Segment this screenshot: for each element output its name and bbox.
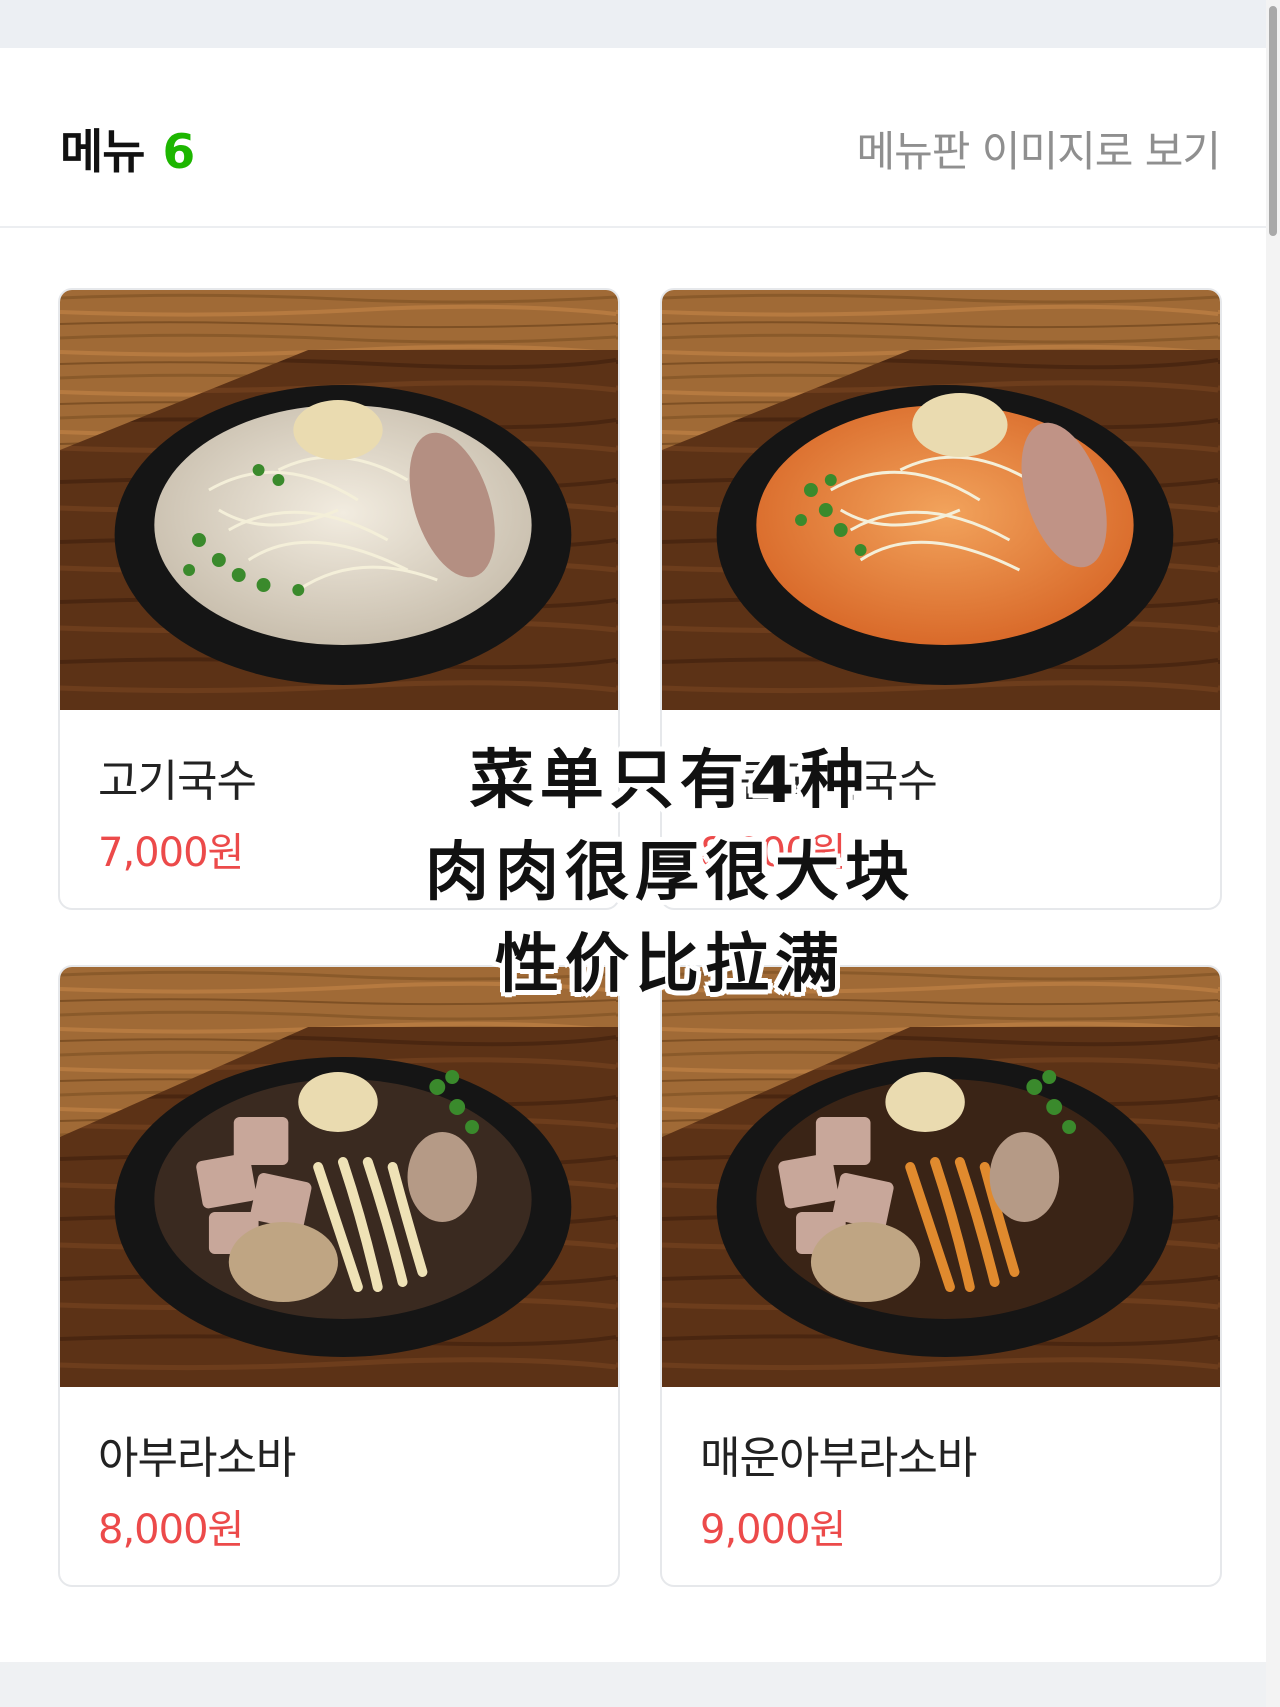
food-photo-spicy-abura-soba	[662, 967, 1220, 1387]
top-bar	[0, 0, 1280, 49]
food-photo-rice-noodle	[60, 290, 618, 710]
menu-item-price: 8,000원	[98, 1507, 244, 1553]
food-photo-abura-soba	[60, 967, 618, 1387]
bottom-bar	[0, 1662, 1280, 1707]
menu-item-price: 9,000원	[700, 1507, 846, 1553]
menu-item-name: 아부라소바	[98, 1433, 296, 1484]
menu-card[interactable]: 얼큰고기국수 8,000원	[660, 288, 1222, 910]
menu-item-name: 얼큰고기국수	[700, 756, 938, 807]
menu-title-text: 메뉴	[60, 125, 145, 180]
food-photo-spicy-rice-noodle	[662, 290, 1220, 710]
menu-card[interactable]: 매운아부라소바 9,000원	[660, 965, 1222, 1587]
menu-header: 메뉴 6 메뉴판 이미지로 보기	[0, 48, 1280, 228]
menu-board-image-link[interactable]: 메뉴판 이미지로 보기	[857, 118, 1221, 179]
menu-title: 메뉴 6	[60, 113, 195, 182]
menu-card[interactable]: 아부라소바 8,000원	[58, 965, 620, 1587]
menu-count: 6	[162, 125, 195, 180]
menu-item-name: 고기국수	[98, 756, 257, 807]
menu-item-price: 7,000원	[98, 830, 244, 876]
menu-card[interactable]: 고기국수 7,000원	[58, 288, 620, 910]
scrollbar[interactable]	[1266, 0, 1280, 1707]
menu-item-name: 매운아부라소바	[700, 1433, 977, 1484]
menu-item-price: 8,000원	[700, 830, 846, 876]
scrollbar-thumb[interactable]	[1269, 6, 1277, 236]
